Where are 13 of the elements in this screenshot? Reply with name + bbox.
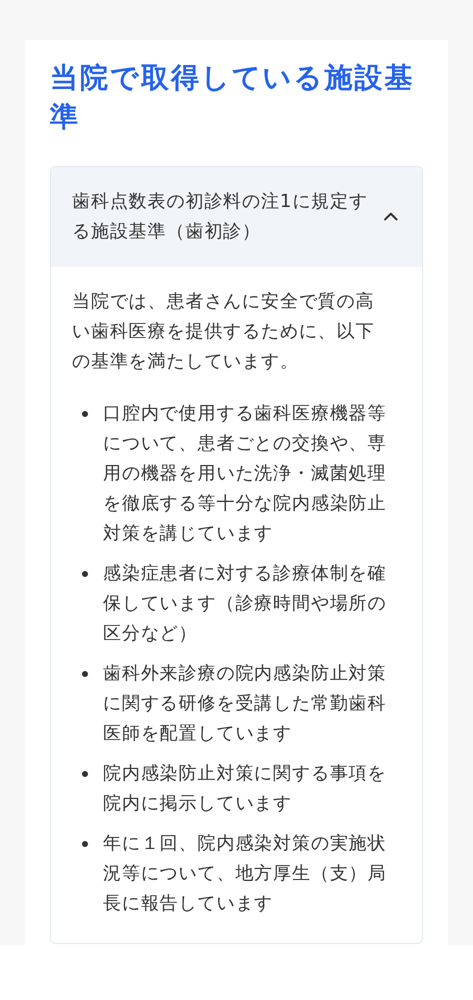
list-item-text: 感染症患者に対する診療体制を確保しています（診療時間や場所の区分など） (103, 562, 388, 646)
bullet-icon (82, 411, 88, 417)
bullet-icon (82, 841, 88, 847)
list-item-text: 院内感染防止対策に関する事項を院内に掲示しています (103, 762, 388, 816)
list-item-text: 年に１回、院内感染対策の実施状況等について、地方厚生（支）局長に報告しています (103, 832, 388, 916)
bullet-icon (82, 771, 88, 777)
section-title: 当院で取得している施設基準 (50, 60, 416, 135)
list-item-text: 口腔内で使用する歯科医療機器等について、患者ごとの交換や、専用の機器を用いた洗浄・滅菌処理を徹底する等十分な院内感染防止対策を講じています (103, 402, 388, 546)
bullet-icon (82, 571, 88, 577)
accordion-header[interactable]: 歯科点数表の初診料の注1に規定する施設基準（歯初診） (51, 167, 422, 267)
bullet-icon (82, 671, 88, 677)
intro-text: 当院では、患者さんに安全で質の高い歯科医療を提供するために、以下の基準を満たしています。 (72, 290, 376, 374)
list-item-text: 歯科外来診療の院内感染防止対策に関する研修を受講した常勤歯科医師を配置しています (103, 662, 388, 746)
